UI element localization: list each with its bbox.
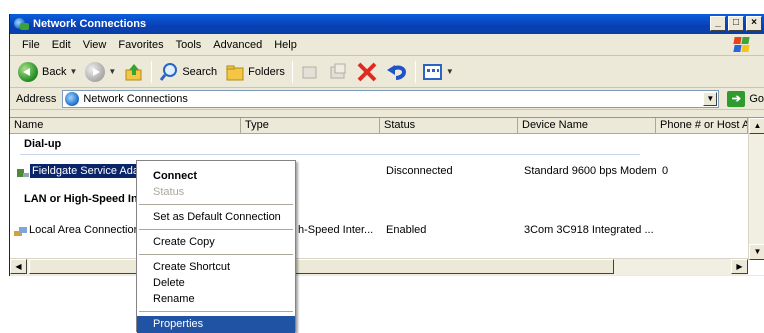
forward-button[interactable]: ▼ — [81, 59, 120, 85]
undo-button[interactable] — [382, 59, 412, 85]
views-icon — [422, 63, 442, 80]
connections-list[interactable]: Name Type Status Device Name Phone # or … — [10, 117, 764, 275]
back-button[interactable]: Back ▼ — [14, 59, 81, 85]
network-connections-icon — [65, 91, 80, 106]
scroll-down-icon[interactable]: ▼ — [749, 244, 764, 260]
column-header-name[interactable]: Name — [10, 118, 241, 134]
views-button[interactable]: ▼ — [419, 59, 458, 85]
folders-icon — [226, 65, 244, 80]
toolbar-separator — [151, 60, 153, 83]
search-label: Search — [182, 65, 218, 78]
views-dropdown-icon[interactable]: ▼ — [446, 67, 454, 76]
table-row[interactable]: Fieldgate Service Adap Disconnected Stan… — [10, 163, 750, 181]
folders-label: Folders — [248, 65, 285, 78]
go-arrow-icon: ➔ — [727, 90, 746, 107]
connection-name[interactable]: Fieldgate Service Adap — [30, 164, 148, 178]
column-header-status[interactable]: Status — [380, 118, 518, 134]
up-folder-icon — [125, 63, 142, 80]
back-label: Back — [42, 65, 67, 78]
back-dropdown-icon[interactable]: ▼ — [69, 67, 77, 76]
scroll-up-icon[interactable]: ▲ — [749, 118, 764, 134]
menu-view[interactable]: View — [77, 39, 113, 51]
title-bar[interactable]: Network Connections _ □ × — [10, 14, 764, 34]
connection-phone: 0 — [662, 165, 669, 177]
menu-item-properties[interactable]: Properties — [137, 316, 295, 333]
menu-item-set-default[interactable]: Set as Default Connection — [137, 209, 295, 226]
group-lan: LAN or High-Speed In — [24, 193, 138, 205]
menu-item-connect[interactable]: Connect — [137, 168, 295, 185]
address-input[interactable]: Network Connections ▼ — [62, 89, 720, 108]
move-to-button[interactable] — [296, 59, 324, 85]
menu-advanced[interactable]: Advanced — [207, 39, 268, 51]
window-title: Network Connections — [33, 18, 147, 30]
vertical-scrollbar[interactable]: ▲ ▼ — [748, 118, 764, 260]
menu-item-delete[interactable]: Delete — [137, 275, 295, 292]
go-label: Go — [749, 92, 764, 105]
menu-favorites[interactable]: Favorites — [112, 39, 169, 51]
toolbar-separator — [291, 60, 293, 83]
connection-status: Enabled — [386, 224, 427, 236]
scroll-left-icon[interactable]: ◀ — [10, 259, 27, 274]
context-menu: Connect Status Set as Default Connection… — [136, 160, 296, 333]
move-to-icon — [302, 66, 317, 78]
scroll-right-icon[interactable]: ▶ — [731, 259, 748, 274]
maximize-button[interactable]: □ — [728, 16, 744, 31]
horizontal-scrollbar[interactable]: ◀ ▶ — [10, 258, 748, 275]
column-header-phone-host[interactable]: Phone # or Host Ad — [656, 118, 748, 134]
menu-separator — [139, 311, 293, 312]
menu-edit[interactable]: Edit — [46, 39, 77, 51]
delete-icon — [357, 62, 377, 81]
menu-separator — [139, 204, 293, 205]
menu-item-create-shortcut[interactable]: Create Shortcut — [137, 259, 295, 276]
network-connections-window: Network Connections _ □ × File Edit View… — [9, 14, 764, 276]
menu-separator — [139, 229, 293, 230]
search-icon — [160, 62, 178, 81]
column-header-device-name[interactable]: Device Name — [518, 118, 656, 134]
menu-help[interactable]: Help — [268, 39, 303, 51]
menu-bar: File Edit View Favorites Tools Advanced … — [10, 34, 764, 56]
address-label: Address — [16, 92, 57, 105]
forward-arrow-icon — [85, 61, 106, 82]
copy-to-icon — [330, 63, 346, 78]
undo-icon — [386, 64, 406, 80]
connection-name[interactable]: Local Area Connection — [29, 224, 140, 236]
close-button[interactable]: × — [746, 16, 762, 31]
connection-status: Disconnected — [386, 165, 453, 177]
toolbar-separator — [414, 60, 416, 83]
column-headers: Name Type Status Device Name Phone # or … — [10, 118, 764, 134]
modem-connection-icon — [17, 169, 29, 177]
menu-separator — [139, 254, 293, 255]
lan-connection-icon — [14, 227, 27, 236]
connection-device: 3Com 3C918 Integrated ... — [524, 224, 654, 236]
search-button[interactable]: Search — [155, 59, 221, 85]
back-arrow-icon — [18, 61, 38, 82]
address-value: Network Connections — [83, 92, 188, 105]
address-dropdown-icon[interactable]: ▼ — [703, 91, 718, 106]
menu-item-rename[interactable]: Rename — [137, 291, 295, 308]
group-dial-up: Dial-up — [24, 138, 62, 150]
delete-button[interactable] — [352, 59, 382, 85]
connection-device: Standard 9600 bps Modem — [524, 165, 657, 177]
windows-logo-icon — [733, 37, 750, 53]
menu-item-create-copy[interactable]: Create Copy — [137, 234, 295, 251]
up-folder-button[interactable] — [120, 59, 148, 85]
copy-to-button[interactable] — [324, 59, 352, 85]
table-row[interactable]: Local Area Connection h-Speed Inter... E… — [10, 222, 750, 240]
column-header-type[interactable]: Type — [241, 118, 380, 134]
minimize-button[interactable]: _ — [710, 16, 726, 31]
menu-tools[interactable]: Tools — [170, 39, 208, 51]
menu-item-status: Status — [153, 186, 185, 198]
address-bar: Address Network Connections ▼ ➔ Go — [10, 88, 764, 110]
folders-button[interactable]: Folders — [221, 59, 289, 85]
toolbar: Back ▼ ▼ Search Folders ▼ — [10, 56, 764, 88]
connection-type: h-Speed Inter... — [298, 224, 374, 236]
horizontal-scroll-thumb[interactable] — [29, 259, 614, 274]
network-connections-icon — [14, 17, 29, 31]
forward-dropdown-icon[interactable]: ▼ — [108, 67, 116, 76]
group-divider — [20, 154, 640, 155]
go-button[interactable]: ➔ Go — [727, 90, 764, 107]
menu-file[interactable]: File — [16, 39, 46, 51]
